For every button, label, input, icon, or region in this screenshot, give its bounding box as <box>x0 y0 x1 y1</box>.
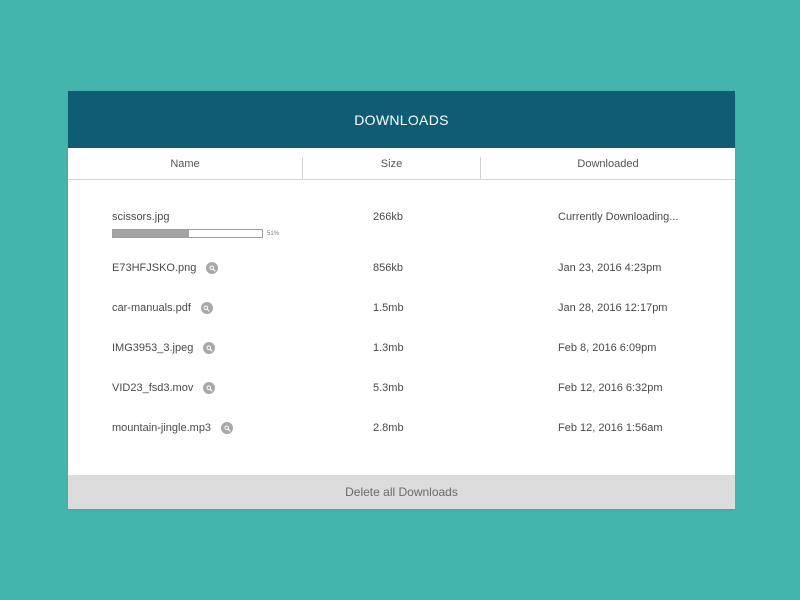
column-header-name[interactable]: Name <box>68 148 302 179</box>
download-row[interactable]: car-manuals.pdf 1.5mb Jan 28, 2016 12:17… <box>68 301 735 341</box>
search-icon[interactable] <box>203 342 216 354</box>
download-row[interactable]: scissors.jpg 51% 266kb Currently Downloa… <box>68 210 735 250</box>
file-name[interactable]: IMG3953_3.jpeg <box>112 341 193 355</box>
file-name-cell: scissors.jpg <box>112 210 169 224</box>
file-name[interactable]: E73HFJSKO.png <box>112 261 196 275</box>
file-name-cell: VID23_fsd3.mov <box>112 381 216 395</box>
download-date: Feb 8, 2016 6:09pm <box>558 342 657 354</box>
progress-percent: 51% <box>267 230 280 237</box>
search-icon[interactable] <box>203 382 216 394</box>
download-date: Feb 12, 2016 1:56am <box>558 422 663 434</box>
search-icon[interactable] <box>221 422 234 434</box>
file-size: 266kb <box>373 211 403 223</box>
search-icon[interactable] <box>206 262 219 274</box>
column-headers: Name Size Downloaded <box>68 148 735 180</box>
panel-header: DOWNLOADS <box>68 91 735 148</box>
downloads-panel: DOWNLOADS Name Size Downloaded scissors.… <box>68 91 735 509</box>
download-row[interactable]: E73HFJSKO.png 856kb Jan 23, 2016 4:23pm <box>68 261 735 301</box>
file-size: 1.3mb <box>373 342 404 354</box>
file-name-cell: mountain-jingle.mp3 <box>112 421 234 435</box>
delete-all-downloads-button[interactable]: Delete all Downloads <box>68 475 735 509</box>
column-header-size[interactable]: Size <box>303 148 480 179</box>
file-name: scissors.jpg <box>112 211 170 223</box>
file-size: 5.3mb <box>373 382 404 394</box>
search-icon[interactable] <box>200 302 213 314</box>
file-name-cell: car-manuals.pdf <box>112 301 213 315</box>
file-name[interactable]: mountain-jingle.mp3 <box>112 421 211 435</box>
file-name-cell: IMG3953_3.jpeg <box>112 341 216 355</box>
file-size: 856kb <box>373 262 403 274</box>
progress-track <box>112 229 263 238</box>
download-progress: 51% <box>112 229 279 238</box>
download-date: Jan 23, 2016 4:23pm <box>558 262 662 274</box>
column-header-downloaded[interactable]: Downloaded <box>481 148 735 179</box>
file-name[interactable]: car-manuals.pdf <box>112 301 191 315</box>
file-name[interactable]: VID23_fsd3.mov <box>112 381 193 395</box>
download-date: Jan 28, 2016 12:17pm <box>558 302 668 314</box>
file-name-cell: E73HFJSKO.png <box>112 261 219 275</box>
download-row[interactable]: VID23_fsd3.mov 5.3mb Feb 12, 2016 6:32pm <box>68 381 735 421</box>
download-date: Feb 12, 2016 6:32pm <box>558 382 663 394</box>
download-row[interactable]: mountain-jingle.mp3 2.8mb Feb 12, 2016 1… <box>68 421 735 461</box>
download-status: Currently Downloading... <box>558 211 679 223</box>
file-size: 1.5mb <box>373 302 404 314</box>
progress-fill <box>113 230 189 237</box>
panel-title: DOWNLOADS <box>354 111 449 128</box>
download-row[interactable]: IMG3953_3.jpeg 1.3mb Feb 8, 2016 6:09pm <box>68 341 735 381</box>
file-size: 2.8mb <box>373 422 404 434</box>
